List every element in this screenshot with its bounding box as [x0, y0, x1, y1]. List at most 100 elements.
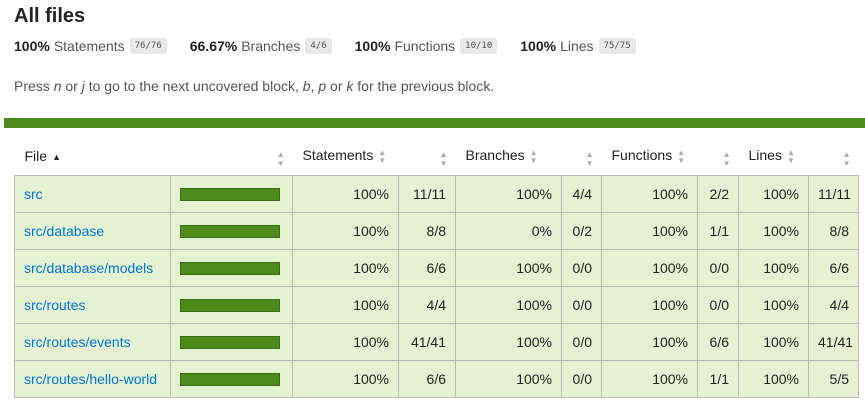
- sort-icon: ▲ ▼: [439, 150, 448, 168]
- file-cell: src: [14, 175, 171, 213]
- coverage-bar: [180, 372, 280, 386]
- lines-fraction: 11/11: [808, 175, 859, 213]
- header-file-label: File: [24, 148, 48, 164]
- header-statements-frac[interactable]: ▲ ▼: [399, 137, 456, 176]
- key-p: p: [318, 78, 327, 94]
- hint-text: or: [326, 78, 347, 94]
- summary-functions-pct: 100%: [354, 38, 391, 54]
- statements-fraction: 11/11: [398, 175, 456, 213]
- header-lines-frac[interactable]: ▲ ▼: [809, 137, 859, 176]
- functions-fraction: 1/1: [697, 360, 739, 398]
- table-row: src/routes/events 100% 41/41 100% 0/0 100% 6/6…: [14, 323, 859, 361]
- header-branches-frac[interactable]: ▲ ▼: [562, 137, 602, 176]
- statements-fraction: 6/6: [398, 360, 456, 398]
- header-functions-frac[interactable]: ▲ ▼: [698, 137, 739, 176]
- hint-text: to go to the next uncovered block,: [84, 78, 303, 94]
- functions-fraction: 1/1: [697, 212, 739, 250]
- coverage-bar: [180, 298, 280, 312]
- sort-icon: ▲ ▼: [378, 147, 387, 165]
- functions-fraction: 6/6: [697, 323, 739, 361]
- file-link[interactable]: src/routes: [24, 297, 85, 313]
- branches-pct: 100%: [455, 249, 562, 287]
- functions-pct: 100%: [601, 212, 698, 250]
- branches-fraction: 0/0: [561, 360, 602, 398]
- branches-pct: 100%: [455, 286, 562, 324]
- lines-fraction: 6/6: [808, 249, 859, 287]
- coverage-table: File ▲ ▲ ▼ Statements ▲ ▼ ▲ ▼ Branches ▲ ▼ ▲ ▼ F…: [14, 137, 859, 398]
- statements-pct: 100%: [292, 360, 399, 398]
- key-b: b: [302, 78, 311, 94]
- coverage-bar: [180, 224, 280, 238]
- statements-pct: 100%: [292, 286, 399, 324]
- table-header-row: File ▲ ▲ ▼ Statements ▲ ▼ ▲ ▼ Branches ▲ ▼ ▲ ▼ F…: [14, 137, 859, 176]
- table-body: src 100% 11/11 100% 4/4 100% 2/2 100% 11/11 src/d…: [14, 175, 859, 398]
- summary-branches-label: Branches: [241, 38, 301, 54]
- summary-statements-pct: 100%: [14, 38, 50, 54]
- summary-functions-label: Functions: [394, 38, 456, 54]
- branches-pct: 100%: [455, 323, 562, 361]
- lines-pct: 100%: [738, 249, 809, 287]
- coverage-bar-cell: [170, 286, 293, 324]
- summary-lines-fraction: 75/75: [598, 38, 636, 54]
- file-link[interactable]: src/routes/events: [24, 334, 131, 350]
- hint-text: or: [61, 78, 82, 94]
- file-link[interactable]: src: [24, 186, 43, 202]
- branches-pct: 100%: [455, 175, 562, 213]
- header-lines[interactable]: Lines ▲ ▼: [739, 137, 809, 176]
- functions-pct: 100%: [601, 286, 698, 324]
- functions-pct: 100%: [601, 323, 698, 361]
- file-cell: src/routes/events: [14, 323, 171, 361]
- header-lines-label: Lines: [748, 147, 782, 164]
- file-cell: src/database/models: [14, 249, 171, 287]
- sort-icon: ▲ ▼: [529, 147, 538, 165]
- summary-branches-fraction: 4/6: [305, 38, 332, 54]
- keyboard-hint: Press n or j to go to the next uncovered…: [14, 78, 494, 94]
- statements-pct: 100%: [292, 212, 399, 250]
- hint-text: for the previous block.: [353, 78, 495, 94]
- header-statements-label: Statements: [302, 147, 374, 164]
- statements-fraction: 41/41: [398, 323, 456, 361]
- sort-icon: ▲ ▼: [276, 150, 285, 168]
- statements-pct: 100%: [292, 175, 399, 213]
- lines-pct: 100%: [738, 360, 809, 398]
- sort-icon: ▲ ▼: [842, 150, 851, 168]
- file-link[interactable]: src/database: [24, 223, 104, 239]
- branches-fraction: 0/0: [561, 323, 602, 361]
- sort-icon: ▲ ▼: [585, 150, 594, 168]
- coverage-bar-cell: [170, 360, 293, 398]
- functions-pct: 100%: [601, 249, 698, 287]
- table-row: src/database 100% 8/8 0% 0/2 100% 1/1 100% 8/8: [14, 212, 859, 250]
- lines-fraction: 8/8: [808, 212, 859, 250]
- branches-pct: 100%: [455, 360, 562, 398]
- sort-icon: ▲ ▼: [786, 147, 795, 165]
- hint-text: Press: [14, 78, 54, 94]
- header-file-bar[interactable]: ▲ ▼: [171, 137, 293, 176]
- file-link[interactable]: src/routes/hello-world: [24, 371, 157, 387]
- summary-functions: 100% Functions 10/10: [355, 38, 498, 54]
- statements-pct: 100%: [292, 249, 399, 287]
- header-file[interactable]: File ▲: [15, 137, 171, 176]
- branches-fraction: 4/4: [561, 175, 602, 213]
- lines-pct: 100%: [738, 175, 809, 213]
- coverage-bar: [180, 335, 280, 349]
- coverage-summary: 100% Statements 76/76 66.67% Branches 4/…: [14, 38, 659, 54]
- summary-lines-pct: 100%: [520, 38, 557, 54]
- functions-fraction: 2/2: [697, 175, 739, 213]
- summary-statements-label: Statements: [53, 38, 125, 54]
- branches-pct: 0%: [455, 212, 562, 250]
- file-link[interactable]: src/database/models: [24, 260, 153, 276]
- header-branches[interactable]: Branches ▲ ▼: [456, 137, 562, 176]
- header-functions[interactable]: Functions ▲ ▼: [602, 137, 698, 176]
- lines-fraction: 5/5: [808, 360, 859, 398]
- summary-statements-fraction: 76/76: [129, 38, 167, 54]
- file-cell: src/routes: [14, 286, 171, 324]
- branches-fraction: 0/0: [561, 249, 602, 287]
- coverage-bar: [180, 261, 280, 275]
- sort-icon: ▲ ▼: [722, 150, 731, 168]
- header-statements[interactable]: Statements ▲ ▼: [293, 137, 399, 176]
- sort-asc-icon: ▲: [52, 151, 61, 162]
- file-cell: src/routes/hello-world: [14, 360, 171, 398]
- header-branches-label: Branches: [465, 147, 525, 164]
- branches-fraction: 0/2: [561, 212, 602, 250]
- summary-branches: 66.67% Branches 4/6: [190, 38, 332, 54]
